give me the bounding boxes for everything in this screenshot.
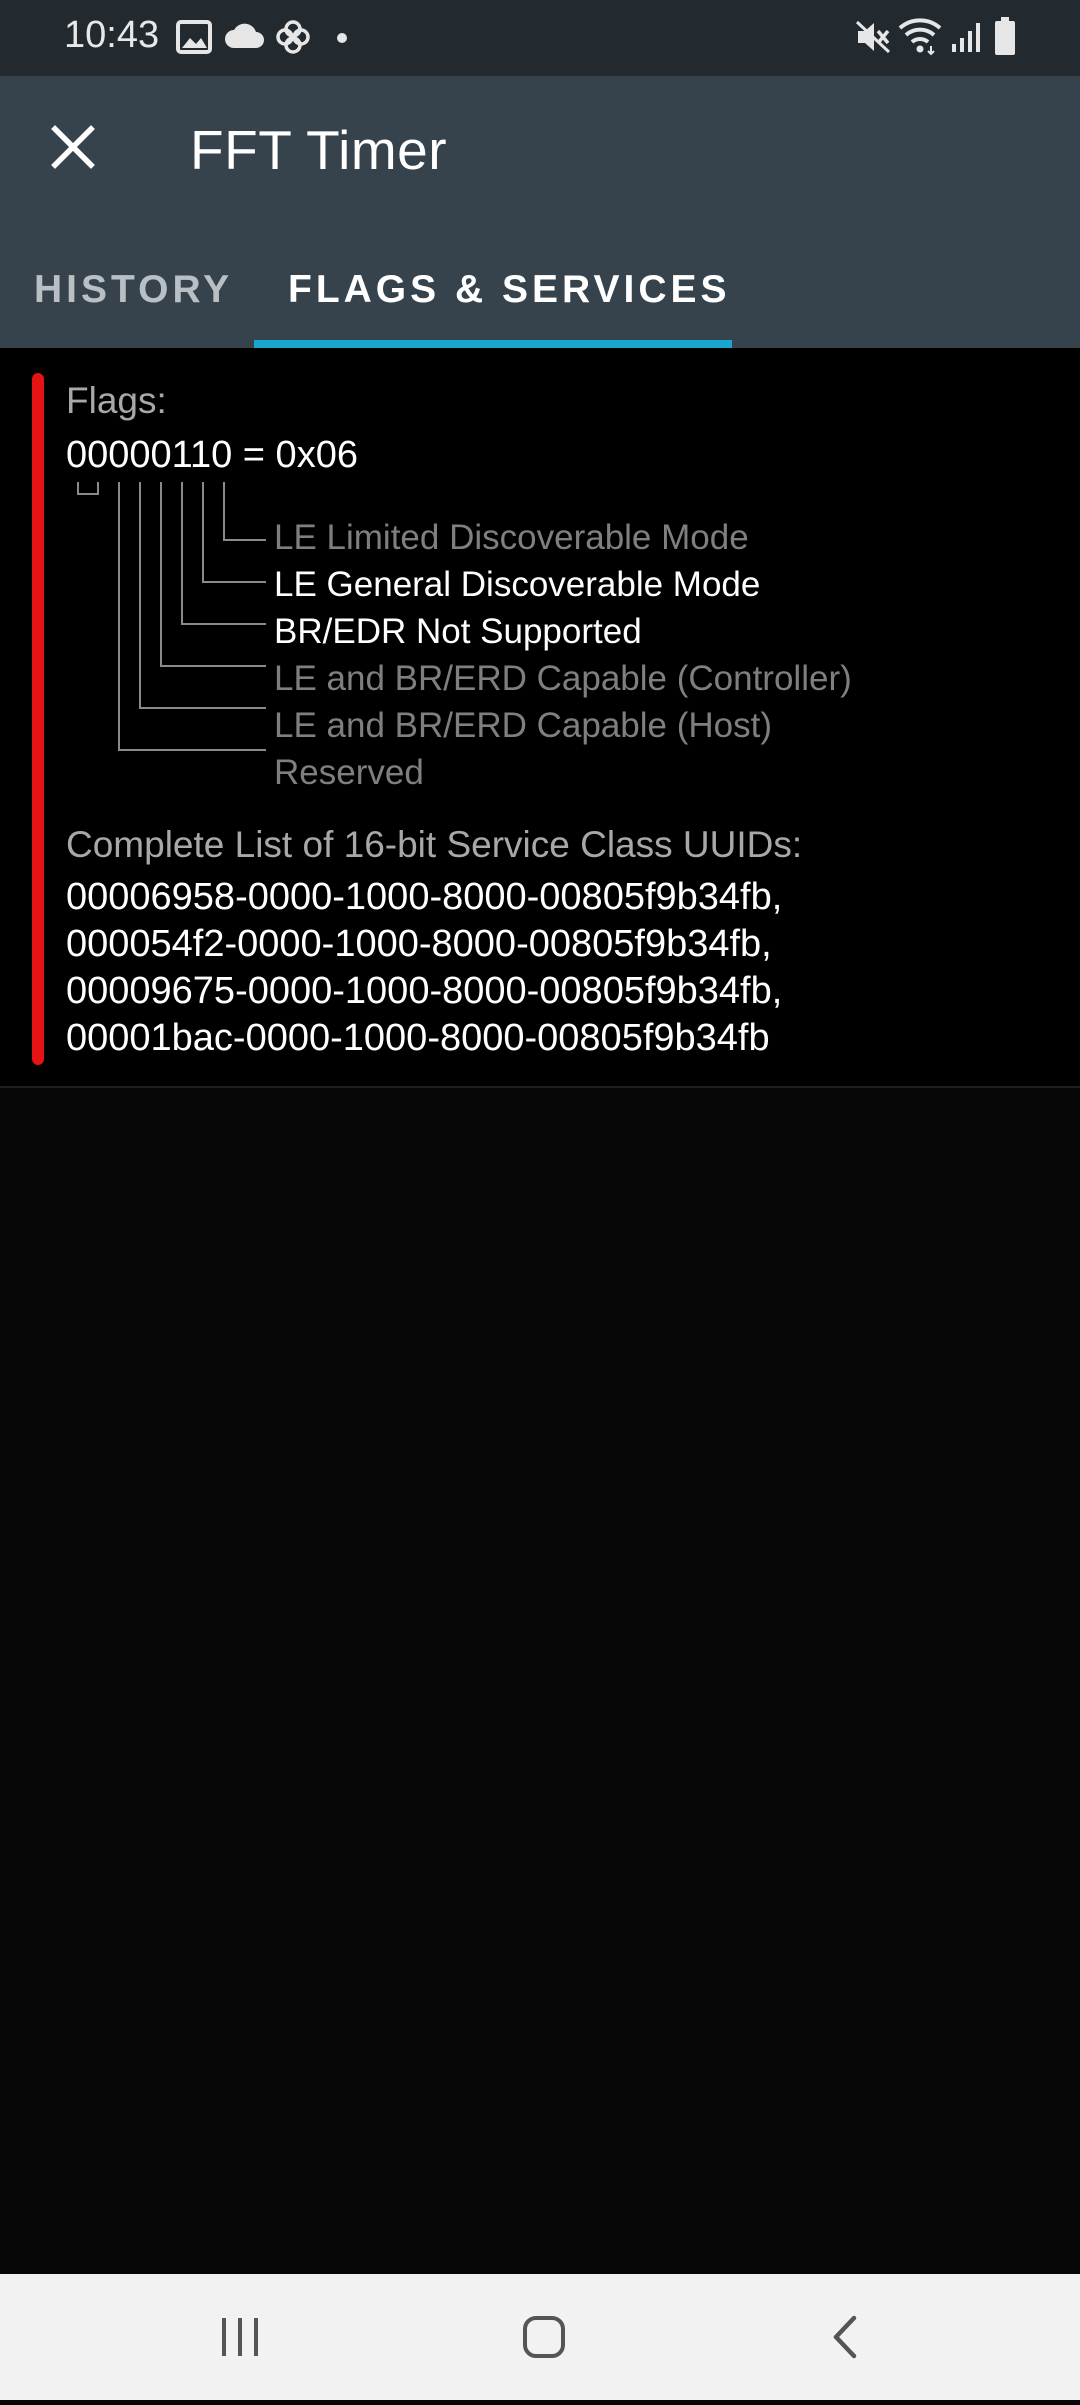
flag-bit-label: LE and BR/ERD Capable (Controller) xyxy=(274,659,852,698)
status-time: 10:43 xyxy=(64,14,160,56)
signal-icon xyxy=(952,23,980,52)
tab-history-label: HISTORY xyxy=(34,268,234,311)
service-uuid: 00009675-0000-1000-8000-00805f9b34fb, xyxy=(66,970,783,1012)
flag-bit-label: LE General Discoverable Mode xyxy=(274,565,761,604)
tab-indicator xyxy=(254,340,732,348)
tab-flags-services-label: FLAGS & SERVICES xyxy=(288,268,731,311)
flags-bit-tree xyxy=(77,482,266,751)
page-title: FFT Timer xyxy=(190,119,448,181)
back-icon xyxy=(833,2315,857,2359)
services-label: Complete List of 16-bit Service Class UU… xyxy=(66,824,803,865)
flag-bit-label: LE and BR/ERD Capable (Host) xyxy=(274,706,772,745)
service-uuid: 00006958-0000-1000-8000-00805f9b34fb, xyxy=(66,876,783,918)
advertisement-card[interactable]: Flags: 00000110 = 0x06 LE Limited Discov… xyxy=(0,348,1080,1088)
app-bar: FFT Timer HISTORY FLAGS & SERVICES xyxy=(0,76,1080,348)
close-button[interactable] xyxy=(40,114,106,180)
service-uuid: 00001bac-0000-1000-8000-00805f9b34fb xyxy=(66,1017,770,1059)
dot-icon xyxy=(337,33,347,43)
system-nav-bar xyxy=(0,2274,1080,2400)
mute-icon xyxy=(855,20,891,54)
home-icon xyxy=(523,2316,565,2358)
cloud-icon xyxy=(225,23,264,48)
tab-flags-services[interactable]: FLAGS & SERVICES xyxy=(254,260,732,348)
gallery-icon xyxy=(176,20,212,54)
tab-history[interactable]: HISTORY xyxy=(34,260,254,348)
battery-icon xyxy=(995,17,1015,55)
status-bar: 10:43 xyxy=(0,0,1080,76)
home-button[interactable] xyxy=(444,2274,644,2400)
flag-bit-label: BR/EDR Not Supported xyxy=(274,612,642,651)
recent-apps-button[interactable] xyxy=(140,2274,340,2400)
pinwheel-icon xyxy=(276,20,310,54)
close-icon xyxy=(51,125,95,169)
flag-bit-label: LE Limited Discoverable Mode xyxy=(274,518,749,557)
recent-apps-icon xyxy=(222,2318,258,2356)
back-button[interactable] xyxy=(744,2274,944,2400)
service-uuid: 000054f2-0000-1000-8000-00805f9b34fb, xyxy=(66,923,772,965)
wifi-icon xyxy=(898,18,942,56)
flag-bit-label: Reserved xyxy=(274,753,424,792)
